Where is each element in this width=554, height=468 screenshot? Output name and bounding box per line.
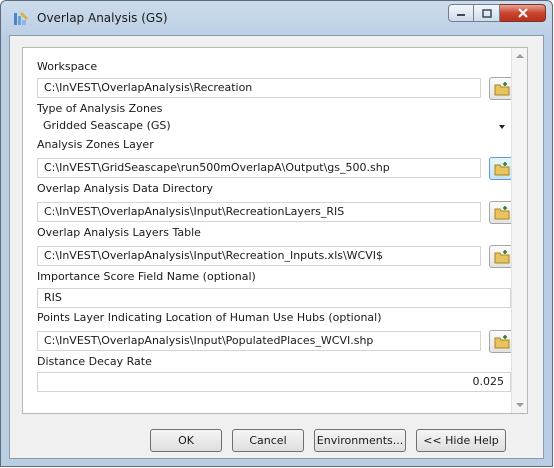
window-controls (448, 4, 546, 24)
workspace-label: Workspace (37, 60, 98, 73)
chevron-down-icon (499, 125, 505, 129)
folder-icon (494, 161, 509, 175)
dialog-body: Workspace C:\InVEST\OverlapAnalysis\Recr… (9, 35, 544, 459)
decay-rate-input[interactable]: 0.025 (37, 372, 511, 392)
zone-type-label: Type of Analysis Zones (37, 102, 163, 115)
workspace-input[interactable]: C:\InVEST\OverlapAnalysis\Recreation (37, 78, 481, 98)
zones-layer-input[interactable]: C:\InVEST\GridSeascape\run500mOverlapA\O… (37, 158, 481, 178)
hubs-layer-label: Points Layer Indicating Location of Huma… (37, 311, 382, 324)
layers-table-input[interactable]: C:\InVEST\OverlapAnalysis\Input\Recreati… (37, 246, 481, 266)
hubs-layer-input[interactable]: C:\InVEST\OverlapAnalysis\Input\Populate… (37, 331, 481, 351)
tool-icon (14, 12, 28, 25)
folder-icon (494, 334, 509, 348)
environments-button[interactable]: Environments... (314, 429, 406, 452)
parameters-panel: Workspace C:\InVEST\OverlapAnalysis\Recr… (22, 47, 528, 414)
minimize-icon (457, 14, 465, 16)
cancel-button[interactable]: Cancel (232, 429, 304, 452)
importance-field-label: Importance Score Field Name (optional) (37, 270, 256, 283)
folder-icon (494, 81, 509, 95)
data-dir-label: Overlap Analysis Data Directory (37, 182, 214, 195)
title-bar[interactable]: Overlap Analysis (GS) (1, 1, 552, 35)
decay-rate-label: Distance Decay Rate (37, 355, 152, 368)
zones-layer-label: Analysis Zones Layer (37, 138, 154, 151)
folder-icon (494, 249, 509, 263)
minimize-button[interactable] (448, 4, 474, 22)
close-icon (517, 8, 528, 18)
data-dir-input[interactable]: C:\InVEST\OverlapAnalysis\Input\Recreati… (37, 202, 481, 222)
zone-type-value: Gridded Seascape (GS) (43, 119, 171, 132)
hide-help-button[interactable]: << Hide Help (416, 429, 506, 452)
scroll-down-icon[interactable] (516, 403, 524, 407)
layers-table-label: Overlap Analysis Layers Table (37, 226, 201, 239)
vertical-scrollbar[interactable] (511, 48, 527, 413)
ok-button[interactable]: OK (150, 429, 222, 452)
importance-field-input[interactable]: RIS (37, 288, 511, 308)
zone-type-select[interactable]: Gridded Seascape (GS) (37, 117, 511, 136)
close-button[interactable] (500, 4, 546, 22)
dialog-window: Overlap Analysis (GS) Workspace C:\InVES… (0, 0, 553, 467)
scroll-up-icon[interactable] (516, 54, 524, 58)
maximize-icon (481, 8, 492, 18)
window-title: Overlap Analysis (GS) (37, 11, 168, 25)
maximize-button[interactable] (474, 4, 500, 22)
folder-icon (494, 205, 509, 219)
